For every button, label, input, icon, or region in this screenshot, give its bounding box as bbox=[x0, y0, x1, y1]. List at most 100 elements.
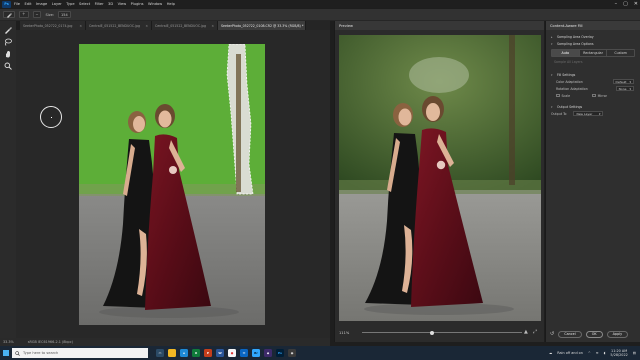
reset-icon[interactable]: ↺ bbox=[550, 331, 554, 337]
document-tab-active[interactable]: SeekerPhoto_052722_0108.CR2 @ 33.3% (RGB… bbox=[218, 21, 306, 30]
portrait-photo bbox=[79, 44, 265, 325]
add-to-sample-button[interactable]: ＋ bbox=[19, 11, 29, 18]
preview-tab[interactable]: Preview bbox=[335, 21, 544, 30]
minimize-button[interactable]: – bbox=[615, 1, 618, 7]
menu-view[interactable]: View bbox=[118, 2, 127, 6]
select-value: None bbox=[618, 86, 627, 91]
zoom-tool[interactable] bbox=[3, 62, 13, 70]
excel-icon[interactable]: X bbox=[192, 349, 200, 357]
size-label: Size: bbox=[45, 12, 55, 17]
sampling-rectangular-option[interactable]: Rectangular bbox=[580, 50, 608, 56]
close-tab-icon[interactable]: × bbox=[303, 24, 305, 28]
sampling-overlay-section[interactable]: ▸ Sampling Area Overlay bbox=[546, 33, 640, 40]
windows-logo-icon bbox=[3, 350, 9, 356]
chevron-down-icon: ▾ bbox=[551, 72, 553, 77]
panel-title: Content-Aware Fill bbox=[546, 21, 640, 30]
size-input[interactable]: 154 bbox=[58, 11, 71, 18]
chevron-up-icon[interactable]: ^ bbox=[588, 351, 591, 355]
photoshop-taskbar-icon[interactable]: Ps bbox=[276, 349, 284, 357]
powerpoint-icon[interactable]: P bbox=[204, 349, 212, 357]
mirror-checkbox[interactable] bbox=[592, 93, 596, 98]
sampling-options-section[interactable]: ▾ Sampling Area Options bbox=[546, 40, 640, 47]
notifications-icon[interactable]: ▤ bbox=[633, 351, 636, 355]
close-window-button[interactable]: ✕ bbox=[634, 1, 638, 7]
taskbar-search[interactable]: Type here to search bbox=[12, 348, 148, 358]
apply-button[interactable]: Apply bbox=[606, 330, 629, 338]
color-adaptation-select[interactable]: Default ▾ bbox=[612, 78, 634, 85]
start-button[interactable] bbox=[0, 346, 12, 360]
document-tabs: SeekerPhoto_052722_0174.jpg × CentralE_0… bbox=[20, 21, 330, 30]
photoshop-logo: Ps bbox=[2, 0, 11, 8]
task-view-icon[interactable]: ▭ bbox=[156, 349, 164, 357]
chrome-icon[interactable]: ● bbox=[228, 349, 236, 357]
hand-tool[interactable] bbox=[3, 50, 13, 58]
windows-taskbar: Type here to search ▭ e X P W ● ✉ Br ◆ P… bbox=[0, 346, 640, 360]
section-label: Sampling Area Overlay bbox=[557, 34, 594, 39]
file-explorer-icon[interactable] bbox=[168, 349, 176, 357]
output-settings-section[interactable]: ▾ Output Settings bbox=[546, 103, 640, 110]
date: 5/28/2022 bbox=[610, 353, 628, 357]
ok-button[interactable]: OK bbox=[585, 330, 603, 338]
tools-panel bbox=[0, 21, 16, 338]
zoom-level-status[interactable]: 33.3% bbox=[3, 340, 14, 344]
menu-3d[interactable]: 3D bbox=[108, 2, 113, 6]
zoom-slider-handle[interactable] bbox=[430, 330, 434, 335]
cancel-button[interactable]: Cancel bbox=[558, 330, 582, 338]
system-tray: ☁ Rain off and on ^ ≋ ◖ 11:20 AM 5/28/20… bbox=[549, 346, 636, 360]
panel-footer: ↺ Cancel OK Apply bbox=[546, 328, 640, 340]
menu-type[interactable]: Type bbox=[66, 2, 74, 6]
sampling-custom-option[interactable]: Custom bbox=[607, 50, 634, 56]
sampling-brush-tool[interactable] bbox=[3, 26, 13, 34]
document-info[interactable]: sRGB IEC61966-2.1 (8bpc) bbox=[28, 340, 73, 344]
rotation-adaptation-row: Rotation Adaptation None ▾ bbox=[546, 85, 640, 92]
menu-file[interactable]: File bbox=[14, 2, 20, 6]
word-icon[interactable]: W bbox=[216, 349, 224, 357]
close-tab-icon[interactable]: × bbox=[77, 24, 82, 28]
mail-icon[interactable]: ✉ bbox=[240, 349, 248, 357]
sampling-mode-segmented: Auto Rectangular Custom bbox=[551, 49, 635, 57]
preview-zoom-input[interactable]: 111% bbox=[339, 331, 357, 335]
menu-help[interactable]: Help bbox=[167, 2, 175, 6]
edge-icon[interactable]: e bbox=[180, 349, 188, 357]
brush-tool-preset[interactable] bbox=[3, 11, 15, 18]
color-adaptation-label: Color Adaptation bbox=[556, 79, 583, 84]
document-tab[interactable]: CentralE_051522_BENDUOC.jpg × bbox=[152, 21, 218, 30]
menu-window[interactable]: Window bbox=[148, 2, 162, 6]
menu-edit[interactable]: Edit bbox=[25, 2, 32, 6]
clock[interactable]: 11:20 AM 5/28/2022 bbox=[610, 349, 627, 357]
portrait-photo-preview bbox=[339, 35, 541, 321]
weather-text[interactable]: Rain off and on bbox=[557, 351, 583, 355]
brush-icon bbox=[5, 27, 12, 34]
subtract-from-sample-button[interactable]: − bbox=[32, 11, 42, 18]
fit-view-icon[interactable]: ⤢ bbox=[533, 329, 537, 335]
preview-zoom-bar: 111% ▲ ⤢ bbox=[335, 326, 545, 340]
document-canvas[interactable] bbox=[16, 30, 330, 338]
volume-icon[interactable]: ◖ bbox=[604, 351, 606, 355]
close-tab-icon[interactable]: × bbox=[143, 24, 148, 28]
app-icon[interactable]: ◆ bbox=[264, 349, 272, 357]
chevron-down-icon: ▾ bbox=[629, 79, 631, 84]
menu-image[interactable]: Image bbox=[36, 2, 47, 6]
document-tab[interactable]: CentralE_051522_BENDUOC.jpg × bbox=[86, 21, 152, 30]
app-icon[interactable]: ◉ bbox=[288, 349, 296, 357]
bridge-icon[interactable]: Br bbox=[252, 349, 260, 357]
lasso-tool[interactable] bbox=[3, 38, 13, 46]
rotation-adaptation-select[interactable]: None ▾ bbox=[615, 85, 634, 92]
sampling-auto-option[interactable]: Auto bbox=[552, 50, 580, 56]
maximize-button[interactable]: ▢ bbox=[623, 1, 628, 7]
wifi-icon[interactable]: ≋ bbox=[596, 351, 599, 355]
menu-filter[interactable]: Filter bbox=[95, 2, 104, 6]
close-tab-icon[interactable]: × bbox=[209, 24, 214, 28]
menu-layer[interactable]: Layer bbox=[52, 2, 62, 6]
menu-select[interactable]: Select bbox=[79, 2, 90, 6]
lasso-icon bbox=[5, 38, 12, 46]
document-tab[interactable]: SeekerPhoto_052722_0174.jpg × bbox=[20, 21, 86, 30]
menu-plugins[interactable]: Plugins bbox=[131, 2, 144, 6]
brush-icon bbox=[7, 12, 12, 18]
preview-zoom-slider[interactable] bbox=[362, 330, 522, 335]
output-to-select[interactable]: New Layer ▾ bbox=[573, 110, 604, 117]
scale-checkbox[interactable] bbox=[556, 93, 560, 98]
photo-canvas[interactable] bbox=[79, 44, 265, 325]
search-placeholder: Type here to search bbox=[23, 351, 59, 355]
fill-settings-section[interactable]: ▾ Fill Settings bbox=[546, 71, 640, 78]
